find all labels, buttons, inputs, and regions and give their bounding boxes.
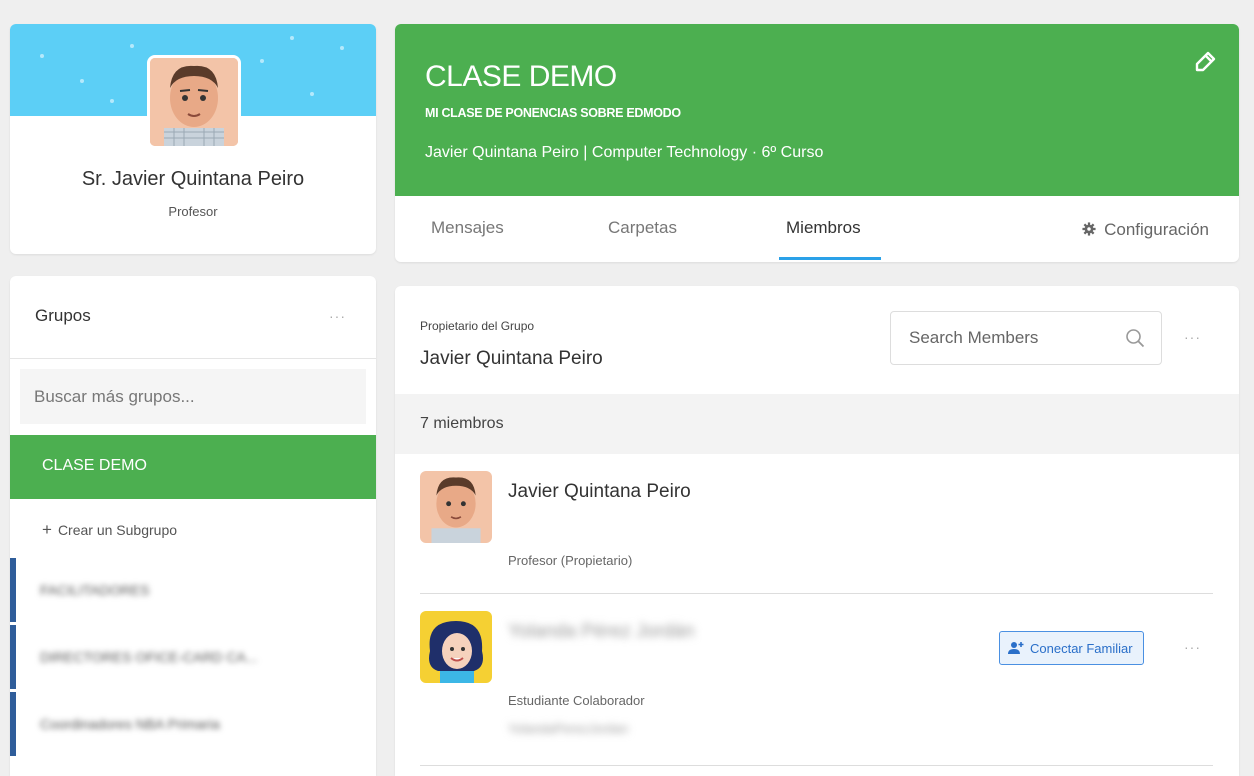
groups-panel: Grupos ··· CLASE DEMO + Crear un Subgrupo… <box>10 276 376 776</box>
tab-miembros[interactable]: Miembros <box>786 218 861 238</box>
class-header-card: CLASE DEMO MI CLASE DE PONENCIAS SOBRE E… <box>395 24 1239 262</box>
settings-label: Configuración <box>1104 220 1209 239</box>
create-subgroup-link[interactable]: + Crear un Subgrupo <box>42 520 177 540</box>
member-search-box[interactable] <box>890 311 1162 365</box>
member-name[interactable]: Javier Quintana Peiro <box>508 475 708 509</box>
tab-carpetas[interactable]: Carpetas <box>608 218 677 238</box>
avatar-icon <box>420 611 492 683</box>
profile-avatar[interactable] <box>147 55 241 149</box>
gear-icon <box>1082 222 1096 236</box>
create-subgroup-label: Crear un Subgrupo <box>57 522 178 538</box>
plus-icon: + <box>42 520 52 539</box>
member-role: Estudiante Colaborador <box>508 693 645 708</box>
members-panel: Propietario del Grupo Javier Quintana Pe… <box>395 286 1239 776</box>
member-more-icon[interactable]: ··· <box>1184 639 1201 655</box>
groups-search-input[interactable] <box>20 369 366 424</box>
class-tabs: Mensajes Carpetas Miembros Configuración <box>395 196 1239 262</box>
member-avatar[interactable] <box>420 611 492 683</box>
member-count: 7 miembros <box>420 415 504 432</box>
profile-card: Sr. Javier Quintana Peiro Profesor <box>10 24 376 254</box>
group-item[interactable]: Coordinadores NBA Primaria <box>10 692 376 756</box>
members-more-icon[interactable]: ··· <box>1184 329 1201 345</box>
avatar-icon <box>150 58 238 146</box>
tab-mensajes[interactable]: Mensajes <box>431 218 504 238</box>
member-row: Yolanda Pérez Jordán Estudiante Colabora… <box>420 611 1213 766</box>
class-info: Javier Quintana Peiro | Computer Technol… <box>425 144 824 161</box>
edit-pencil-icon[interactable] <box>1193 50 1217 74</box>
group-item[interactable]: DIRECTORES OFICE-CARD CA... <box>10 625 376 689</box>
member-search-input[interactable] <box>891 312 1111 364</box>
member-count-bar: 7 miembros <box>395 394 1239 454</box>
search-icon[interactable] <box>1125 328 1145 348</box>
group-item[interactable]: FACILITADORES <box>10 558 376 622</box>
avatar-icon <box>420 471 492 543</box>
active-tab-indicator <box>779 257 881 260</box>
connect-family-label: Conectar Familiar <box>1030 640 1133 656</box>
owner-name[interactable]: Javier Quintana Peiro <box>420 348 603 370</box>
groups-header: Grupos ··· <box>10 276 376 359</box>
groups-more-icon[interactable]: ··· <box>329 308 346 324</box>
class-title: CLASE DEMO <box>425 60 617 93</box>
group-item-label: DIRECTORES OFICE-CARD CA... <box>40 649 258 665</box>
settings-button[interactable]: Configuración <box>1082 220 1209 240</box>
owner-label: Propietario del Grupo <box>420 319 535 333</box>
add-user-icon <box>1008 642 1024 654</box>
class-subtitle: MI CLASE DE PONENCIAS SOBRE EDMODO <box>425 106 681 120</box>
member-row: Javier Quintana Peiro Profesor (Propieta… <box>420 471 1213 594</box>
group-item-clase-demo[interactable]: CLASE DEMO <box>10 435 376 499</box>
group-item-label: Coordinadores NBA Primaria <box>40 716 220 732</box>
profile-role: Profesor <box>168 204 218 219</box>
member-avatar[interactable] <box>420 471 492 543</box>
group-item-label: FACILITADORES <box>40 582 150 598</box>
member-role: Profesor (Propietario) <box>508 553 633 568</box>
member-name[interactable]: Yolanda Pérez Jordán <box>508 615 708 649</box>
class-banner: CLASE DEMO MI CLASE DE PONENCIAS SOBRE E… <box>395 24 1239 196</box>
connect-family-button[interactable]: Conectar Familiar <box>999 631 1144 665</box>
profile-name[interactable]: Sr. Javier Quintana Peiro <box>10 168 376 191</box>
member-username: YolandaPerezJordan <box>508 721 629 736</box>
groups-title: Grupos <box>35 306 91 325</box>
